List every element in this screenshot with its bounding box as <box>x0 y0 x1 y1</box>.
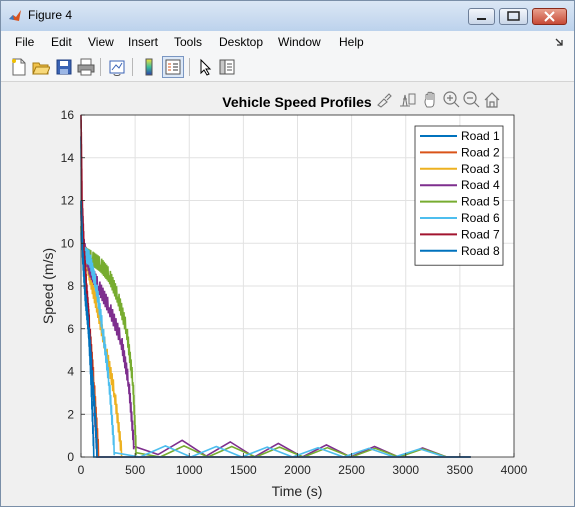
y-tick-label: 14 <box>61 151 75 165</box>
x-tick-label: 2500 <box>338 463 365 477</box>
print-icon[interactable] <box>77 58 95 76</box>
menu-insert[interactable]: Insert <box>128 35 158 49</box>
legend-label: Road 5 <box>461 195 500 209</box>
property-inspector-icon[interactable] <box>218 58 236 76</box>
y-tick-label: 6 <box>67 322 74 336</box>
x-tick-label: 500 <box>125 463 145 477</box>
x-tick-label: 1500 <box>230 463 257 477</box>
minimize-icon <box>477 18 486 20</box>
zoom-out-icon[interactable] <box>463 91 480 108</box>
x-axis-label: Time (s) <box>272 483 323 499</box>
window-title: Figure 4 <box>28 8 73 22</box>
y-tick-label: 8 <box>67 279 74 293</box>
data-cursor-icon[interactable] <box>400 93 416 107</box>
legend[interactable]: Road 1 Road 2 Road 3 Road 4 Road 5 Road 6 Road… <box>414 125 504 266</box>
toolbar-separator <box>189 58 190 76</box>
close-icon <box>544 11 555 22</box>
minimize-button[interactable] <box>468 8 495 25</box>
home-icon[interactable] <box>484 92 500 108</box>
legend-label: Road 7 <box>461 227 500 241</box>
menu-file[interactable]: File <box>15 35 34 49</box>
brush-icon[interactable] <box>377 93 392 108</box>
menu-bar: File Edit View Insert Tools Desktop Wind… <box>1 31 574 53</box>
menu-view[interactable]: View <box>88 35 114 49</box>
colorbar-icon[interactable] <box>140 58 158 76</box>
toolbar-separator <box>132 58 133 76</box>
legend-icon[interactable] <box>162 56 184 78</box>
x-tick-label: 3500 <box>447 463 474 477</box>
maximize-icon <box>507 11 520 21</box>
close-button[interactable] <box>532 8 567 25</box>
menu-tools[interactable]: Tools <box>174 35 202 49</box>
link-plot-icon[interactable] <box>108 58 126 76</box>
menu-window[interactable]: Window <box>278 35 321 49</box>
figure-window: Figure 4 File Edit View Insert Tools Des… <box>0 0 575 507</box>
legend-label: Road 3 <box>461 162 500 176</box>
y-tick-label: 4 <box>67 365 74 379</box>
x-tick-label: 2000 <box>284 463 311 477</box>
menu-desktop[interactable]: Desktop <box>219 35 263 49</box>
x-tick-label: 1000 <box>176 463 203 477</box>
y-tick-label: 2 <box>67 407 74 421</box>
legend-label: Road 4 <box>461 178 500 192</box>
legend-label: Road 1 <box>461 129 500 143</box>
dock-arrow-icon[interactable] <box>554 37 564 47</box>
axes-toolbar <box>377 91 500 108</box>
y-tick-label: 0 <box>67 450 74 464</box>
figure-toolbar <box>1 53 574 82</box>
x-tick-label: 3000 <box>392 463 419 477</box>
legend-label: Road 6 <box>461 211 500 225</box>
legend-label: Road 8 <box>461 244 500 258</box>
chart[interactable]: 0 500 1000 1500 2000 2500 3000 3500 4000 0 2 4 6 8 10 1… <box>7 83 568 501</box>
y-tick-label: 16 <box>61 108 75 122</box>
chart-title: Vehicle Speed Profiles <box>222 94 372 110</box>
y-axis-label: Speed (m/s) <box>40 248 56 324</box>
matlab-logo-icon <box>9 10 21 21</box>
save-icon[interactable] <box>55 58 73 76</box>
toolbar-separator <box>100 58 101 76</box>
x-tick-label: 4000 <box>501 463 528 477</box>
title-bar[interactable]: Figure 4 <box>1 1 574 31</box>
new-figure-icon[interactable] <box>10 58 28 76</box>
figure-canvas: 0 500 1000 1500 2000 2500 3000 3500 4000 0 2 4 6 8 10 1… <box>7 83 568 501</box>
pointer-icon[interactable] <box>196 58 214 76</box>
y-tick-label: 10 <box>61 236 75 250</box>
x-tick-label: 0 <box>78 463 85 477</box>
zoom-in-icon[interactable] <box>443 91 460 108</box>
y-tick-label: 12 <box>61 194 75 208</box>
open-file-icon[interactable] <box>32 58 50 76</box>
menu-help[interactable]: Help <box>339 35 364 49</box>
legend-label: Road 2 <box>461 145 500 159</box>
pan-icon[interactable] <box>424 91 435 108</box>
maximize-button[interactable] <box>499 8 528 25</box>
menu-edit[interactable]: Edit <box>51 35 72 49</box>
